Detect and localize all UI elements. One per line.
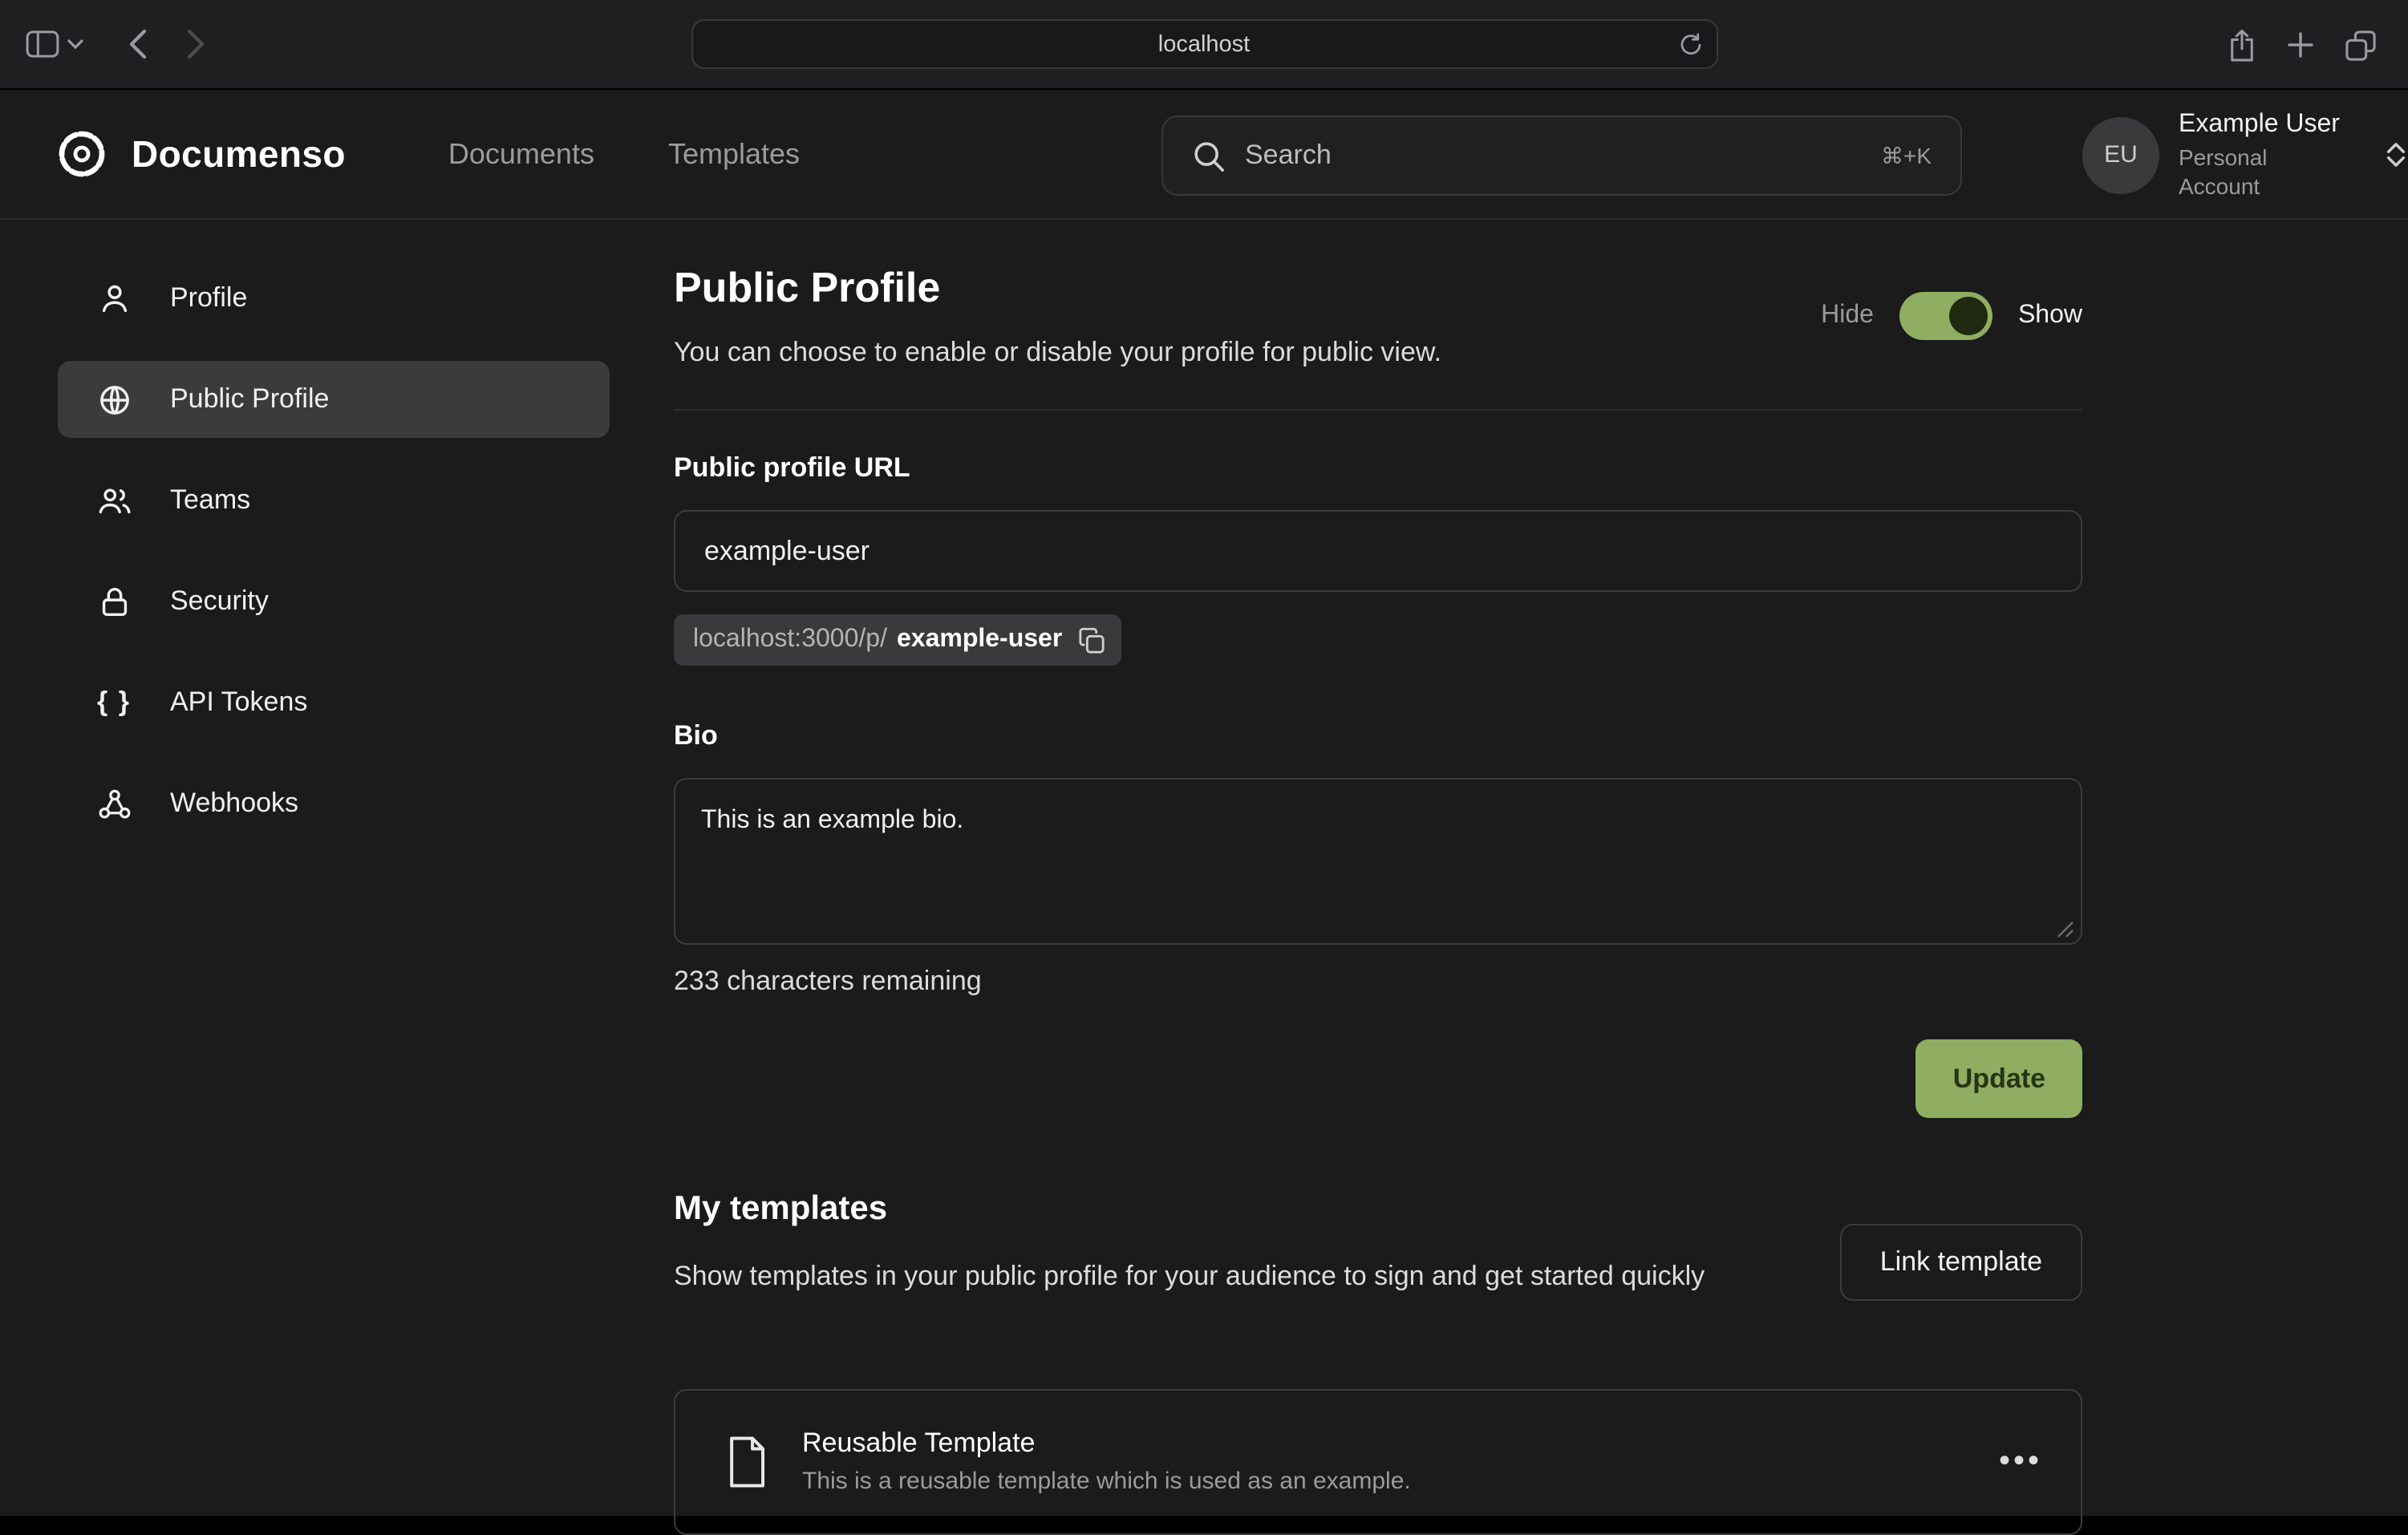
sidebar-item-label: Security <box>170 585 269 618</box>
nav-documents[interactable]: Documents <box>448 137 594 171</box>
braces-icon: { } <box>95 686 133 719</box>
sidebar-item-label: Webhooks <box>170 788 298 820</box>
sidebar-item-label: API Tokens <box>170 686 307 719</box>
section-divider <box>674 409 2082 411</box>
globe-icon <box>95 381 133 418</box>
public-profile-url-label: Public profile URL <box>674 452 910 484</box>
users-icon <box>95 482 133 519</box>
sidebar-toggle-icon[interactable] <box>26 30 59 58</box>
public-profile-url-input[interactable] <box>674 510 2082 592</box>
settings-sidebar: Profile Public Profile T <box>58 260 610 866</box>
share-icon[interactable] <box>2228 28 2256 62</box>
sidebar-item-label: Profile <box>170 282 247 314</box>
bio-label: Bio <box>674 720 718 752</box>
chevrons-up-down-icon <box>2384 141 2408 168</box>
tab-overview-icon[interactable] <box>2345 30 2376 60</box>
brand[interactable]: Documenso <box>55 127 346 181</box>
hide-label: Hide <box>1821 302 1874 330</box>
template-list-item[interactable]: Reusable Template This is a reusable tem… <box>674 1389 2082 1535</box>
characters-remaining: 233 characters remaining <box>674 966 982 998</box>
forward-button-icon[interactable] <box>186 29 205 59</box>
template-description: This is a reusable template which is use… <box>802 1464 1967 1500</box>
copy-icon[interactable] <box>1078 626 1105 654</box>
lock-icon <box>95 583 133 620</box>
bio-textarea[interactable]: This is an example bio. <box>674 778 2082 945</box>
sidebar-item-api-tokens[interactable]: { } API Tokens <box>58 664 610 741</box>
screen: localhost <box>0 0 2408 1516</box>
my-templates-description: Show templates in your public profile fo… <box>674 1256 1797 1298</box>
show-label: Show <box>2018 302 2082 330</box>
back-button-icon[interactable] <box>128 29 148 59</box>
new-tab-icon[interactable] <box>2288 32 2313 58</box>
url-prefix: localhost:3000/p/ <box>693 626 887 654</box>
toggle-knob <box>1949 297 1988 335</box>
account-type: Personal Account <box>2179 142 2342 200</box>
my-templates-title: My templates <box>674 1190 887 1229</box>
user-name: Example User <box>2179 109 2342 143</box>
reload-icon[interactable] <box>1679 32 1701 56</box>
profile-url-preview[interactable]: localhost:3000/p/ example-user <box>674 614 1121 666</box>
profile-visibility-toggle[interactable] <box>1899 292 1992 340</box>
sidebar-item-label: Public Profile <box>170 383 329 415</box>
template-name: Reusable Template <box>802 1425 1967 1464</box>
sidebar-item-public-profile[interactable]: Public Profile <box>58 361 610 438</box>
chevron-down-icon[interactable] <box>67 38 83 50</box>
documenso-app: Documenso Documents Templates Search ⌘+K… <box>0 90 2408 1516</box>
user-icon <box>95 280 133 317</box>
sidebar-item-teams[interactable]: Teams <box>58 462 610 539</box>
user-menu[interactable]: EU Example User Personal Account <box>2082 90 2408 220</box>
brand-name: Documenso <box>132 132 346 176</box>
sidebar-item-webhooks[interactable]: Webhooks <box>58 765 610 842</box>
sidebar-item-label: Teams <box>170 484 250 516</box>
url-bar[interactable]: localhost <box>691 19 1717 69</box>
update-button[interactable]: Update <box>1916 1039 2082 1118</box>
avatar: EU <box>2082 116 2159 193</box>
url-slug: example-user <box>897 626 1062 654</box>
ellipsis-menu-icon[interactable]: ••• <box>1999 1444 2042 1480</box>
browser-chrome: localhost <box>0 0 2408 90</box>
visibility-toggle-row: Hide Show <box>1821 292 2082 340</box>
link-template-button[interactable]: Link template <box>1840 1224 2082 1301</box>
sidebar-item-security[interactable]: Security <box>58 563 610 640</box>
page-description: You can choose to enable or disable your… <box>674 337 1441 369</box>
file-icon <box>724 1436 770 1488</box>
webhook-icon <box>95 785 133 822</box>
url-text: localhost <box>1158 31 1250 57</box>
page-title: Public Profile <box>674 263 940 313</box>
documenso-logo-icon <box>55 127 109 181</box>
public-profile-page: Public Profile You can choose to enable … <box>674 90 2082 1516</box>
sidebar-item-profile[interactable]: Profile <box>58 260 610 337</box>
